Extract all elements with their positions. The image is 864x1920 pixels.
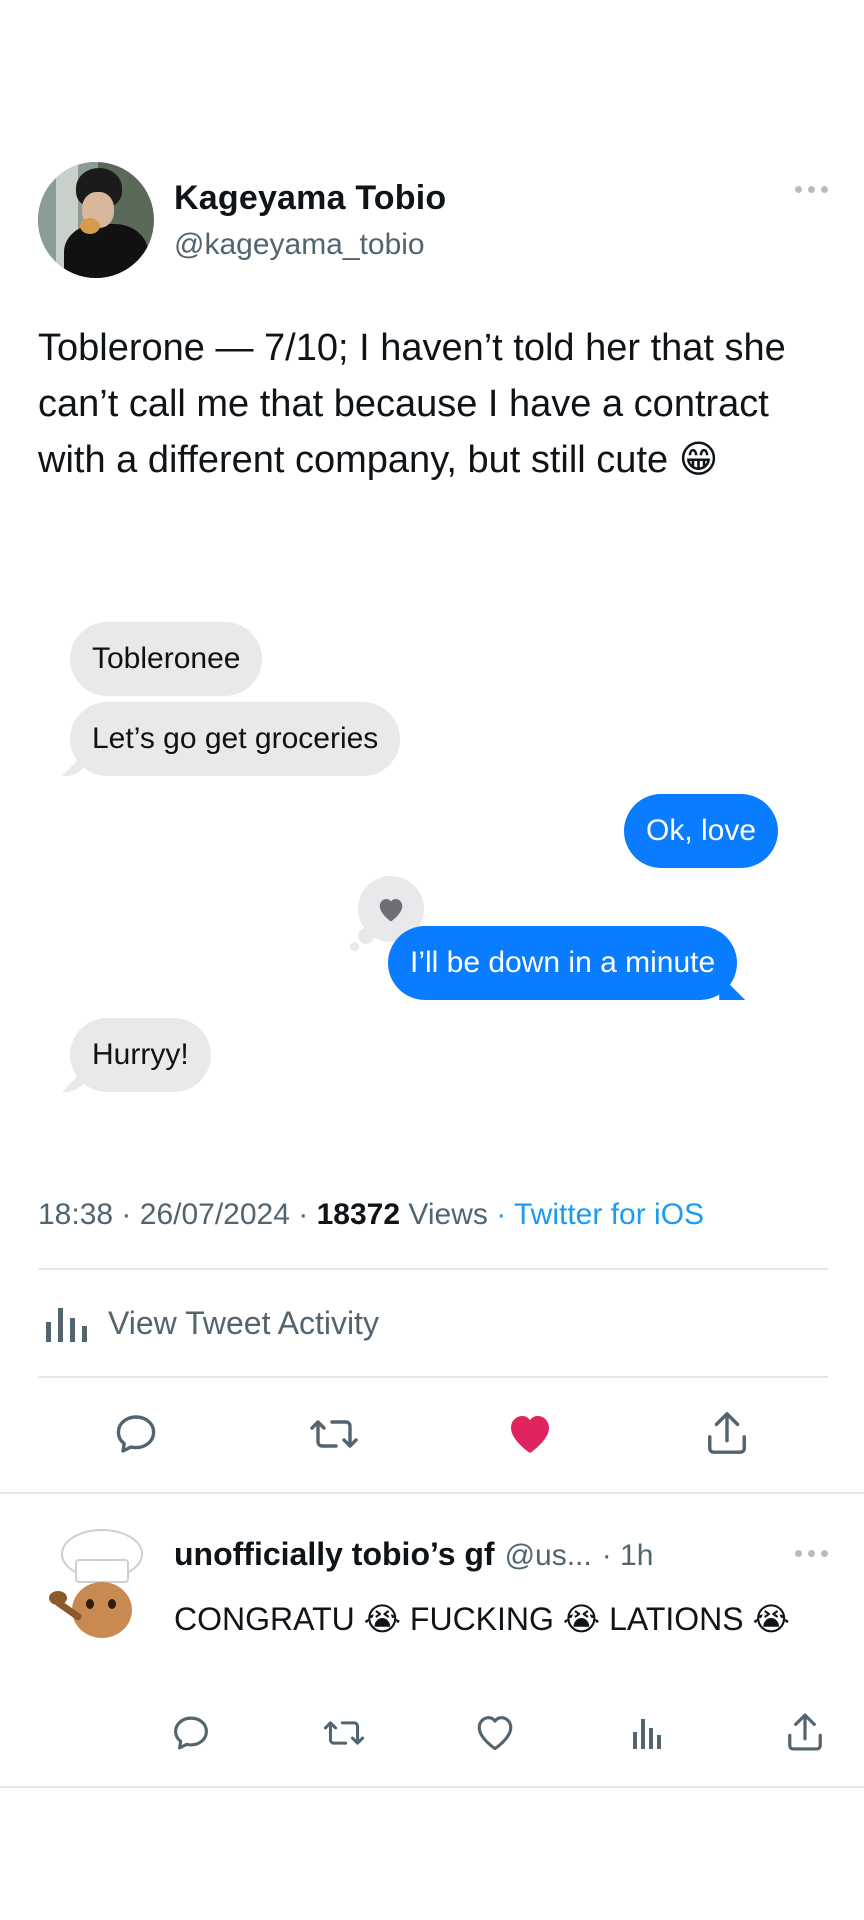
- reply-icon[interactable]: [112, 1410, 160, 1458]
- reply-icon[interactable]: [170, 1712, 212, 1754]
- reply-display-name[interactable]: unofficially tobio’s gf: [174, 1536, 495, 1573]
- reply-handle[interactable]: @us...: [505, 1539, 592, 1573]
- retweet-icon[interactable]: [308, 1410, 360, 1458]
- views-label: Views: [408, 1198, 488, 1231]
- author-handle[interactable]: @kageyama_tobio: [174, 228, 446, 262]
- share-icon[interactable]: [704, 1408, 750, 1458]
- reply-text: CONGRATU 😭 FUCKING 😭 LATIONS 😭: [174, 1601, 790, 1637]
- message-bubble-received: Hurryy!: [70, 1018, 211, 1092]
- tweet-meta: 18:38 · 26/07/2024 · 18372 Views · Twitt…: [38, 1198, 705, 1231]
- retweet-icon[interactable]: [322, 1712, 366, 1754]
- analytics-icon: [46, 1308, 87, 1342]
- heart-icon[interactable]: [506, 1410, 554, 1456]
- tweet-time: 18:38: [38, 1198, 114, 1231]
- more-options-icon[interactable]: [795, 186, 828, 193]
- tweet-detail-page: Kageyama Tobio @kageyama_tobio Toblerone…: [0, 0, 864, 1920]
- divider: [38, 1376, 828, 1378]
- author-names: Kageyama Tobio @kageyama_tobio: [174, 179, 446, 262]
- divider: [0, 1786, 864, 1788]
- reply-avatar[interactable]: [46, 1524, 158, 1640]
- message-bubble-sent: I’ll be down in a minute: [388, 926, 738, 1000]
- views-icon[interactable]: [632, 1716, 664, 1750]
- tweet-date: 26/07/2024: [139, 1198, 290, 1231]
- message-bubble-received: Let’s go get groceries: [70, 702, 401, 776]
- heart-icon[interactable]: [474, 1712, 516, 1752]
- message-bubble-sent: Ok, love: [624, 794, 779, 868]
- author-avatar[interactable]: [38, 162, 154, 278]
- view-tweet-activity-button[interactable]: View Tweet Activity: [44, 1302, 379, 1344]
- reply-time: · 1h: [601, 1539, 654, 1572]
- reply-more-options-icon[interactable]: [795, 1550, 828, 1557]
- tweet-source-link[interactable]: Twitter for iOS: [514, 1198, 704, 1231]
- divider: [38, 1268, 828, 1270]
- divider: [0, 1492, 864, 1494]
- views-count: 18372: [316, 1198, 401, 1231]
- tweet-author: Kageyama Tobio @kageyama_tobio: [38, 162, 446, 278]
- share-icon[interactable]: [784, 1710, 826, 1754]
- author-display-name[interactable]: Kageyama Tobio: [174, 179, 446, 218]
- message-bubble-received: Tobleronee: [70, 622, 263, 696]
- reply-header: unofficially tobio’s gf @us... · 1h: [174, 1536, 653, 1573]
- tweet-text: Toblerone — 7/10; I haven’t told her tha…: [38, 327, 786, 481]
- view-tweet-activity-label: View Tweet Activity: [108, 1304, 379, 1341]
